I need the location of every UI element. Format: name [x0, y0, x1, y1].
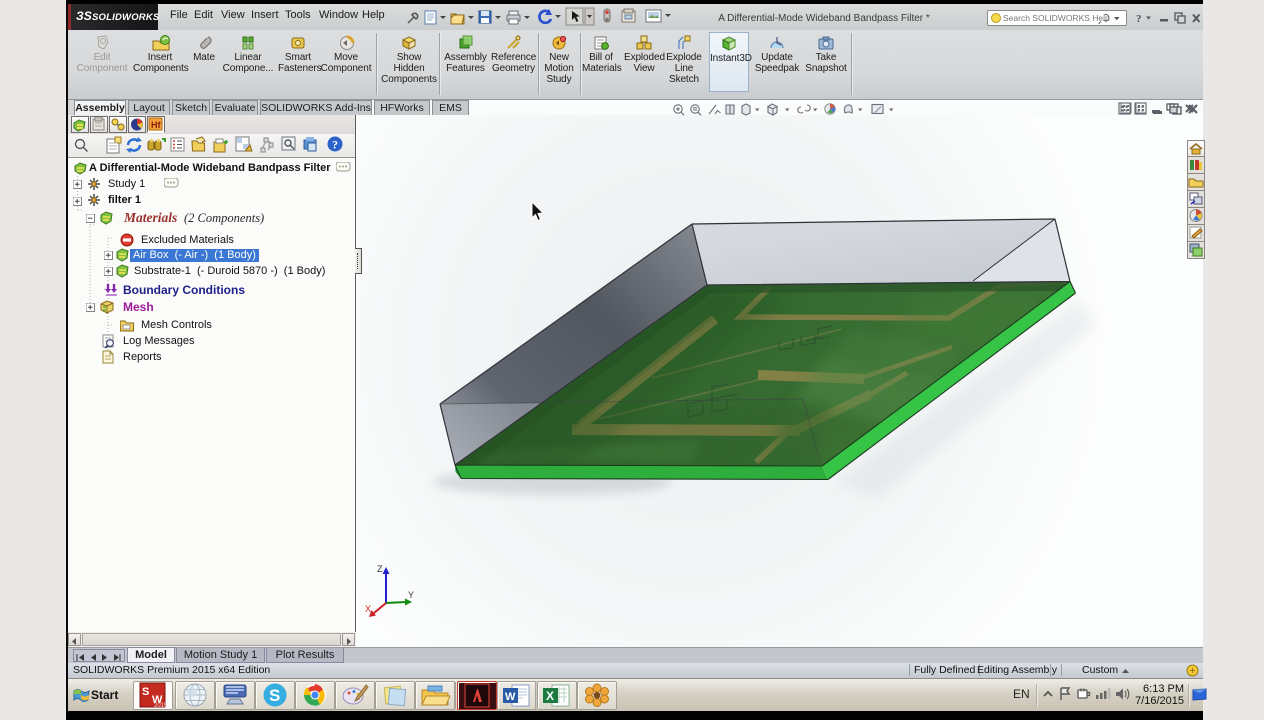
svg-text:Z: Z — [377, 564, 383, 574]
svg-text:2015: 2015 — [154, 703, 168, 709]
svg-text:X: X — [546, 689, 554, 703]
svg-text:S: S — [269, 686, 280, 705]
svg-text:Hf: Hf — [151, 120, 161, 130]
svg-text:X: X — [365, 604, 371, 614]
svg-text:S: S — [142, 686, 149, 698]
svg-text:?: ? — [1136, 13, 1142, 25]
svg-text:W: W — [505, 691, 516, 703]
svg-text:Y: Y — [408, 590, 414, 600]
svg-text:?: ? — [332, 138, 338, 152]
svg-text:Search SOLIDWORKS Help: Search SOLIDWORKS Help — [1003, 13, 1110, 23]
